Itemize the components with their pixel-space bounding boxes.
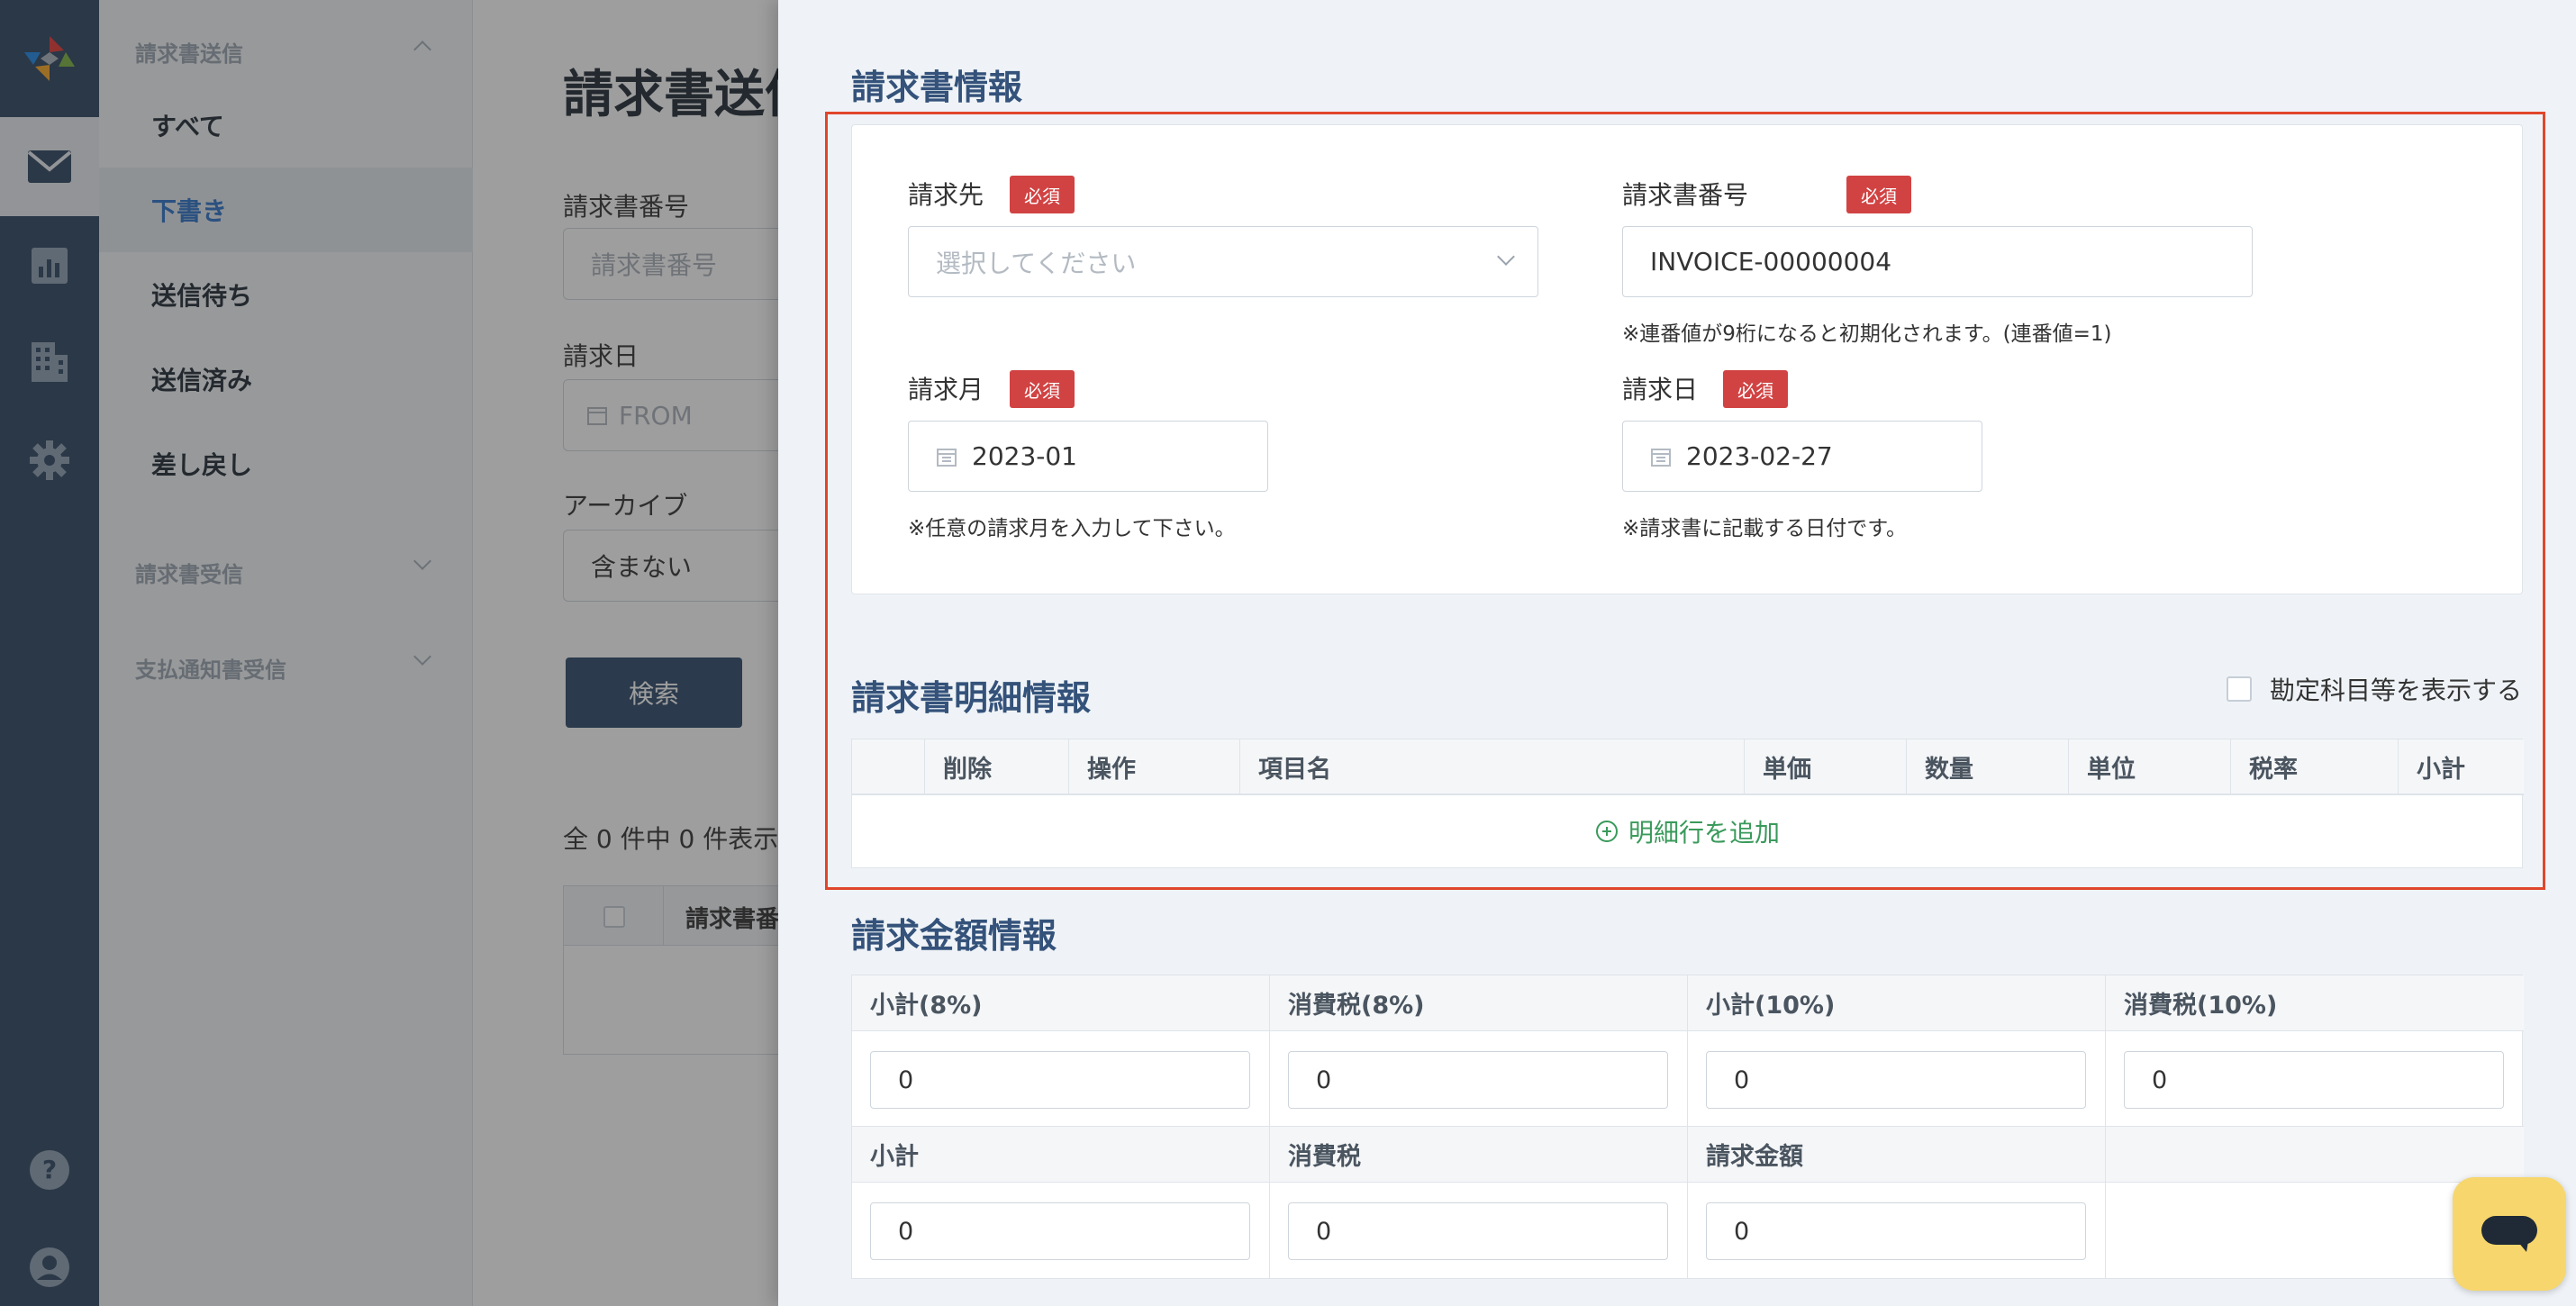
empty-header-cell — [2106, 1127, 2524, 1183]
overlay-backdrop[interactable] — [0, 0, 778, 1306]
subtotal-label: 小計 — [852, 1127, 1270, 1183]
invoice-info-title: 請求書情報 — [851, 68, 1023, 107]
tax-8-input[interactable]: 0 — [1288, 1051, 1668, 1109]
subtotal-10-input[interactable]: 0 — [1706, 1051, 2086, 1109]
invoice-amount-input[interactable]: 0 — [1706, 1202, 2086, 1260]
highlight-box — [825, 112, 2545, 890]
invoice-amount-label: 請求金額 — [1688, 1127, 2106, 1183]
invoice-edit-drawer: 請求書情報 請求先 必須 選択してください 請求書番号 必須 INVOICE-0… — [778, 0, 2576, 1306]
amount-title: 請求金額情報 — [851, 916, 1057, 956]
tax-input[interactable]: 0 — [1288, 1202, 1668, 1260]
subtotal-8-label: 小計(8%) — [852, 975, 1270, 1031]
tax-10-input[interactable]: 0 — [2124, 1051, 2504, 1109]
chat-icon — [2481, 1216, 2537, 1252]
subtotal-10-label: 小計(10%) — [1688, 975, 2106, 1031]
subtotal-input[interactable]: 0 — [870, 1202, 1250, 1260]
tax-10-label: 消費税(10%) — [2106, 975, 2524, 1031]
amount-table: 小計(8%) 消費税(8%) 小計(10%) 消費税(10%) 0 0 0 0 … — [851, 975, 2524, 1279]
subtotal-8-input[interactable]: 0 — [870, 1051, 1250, 1109]
tax-label: 消費税 — [1270, 1127, 1688, 1183]
chat-button[interactable] — [2453, 1177, 2566, 1291]
tax-8-label: 消費税(8%) — [1270, 975, 1688, 1031]
